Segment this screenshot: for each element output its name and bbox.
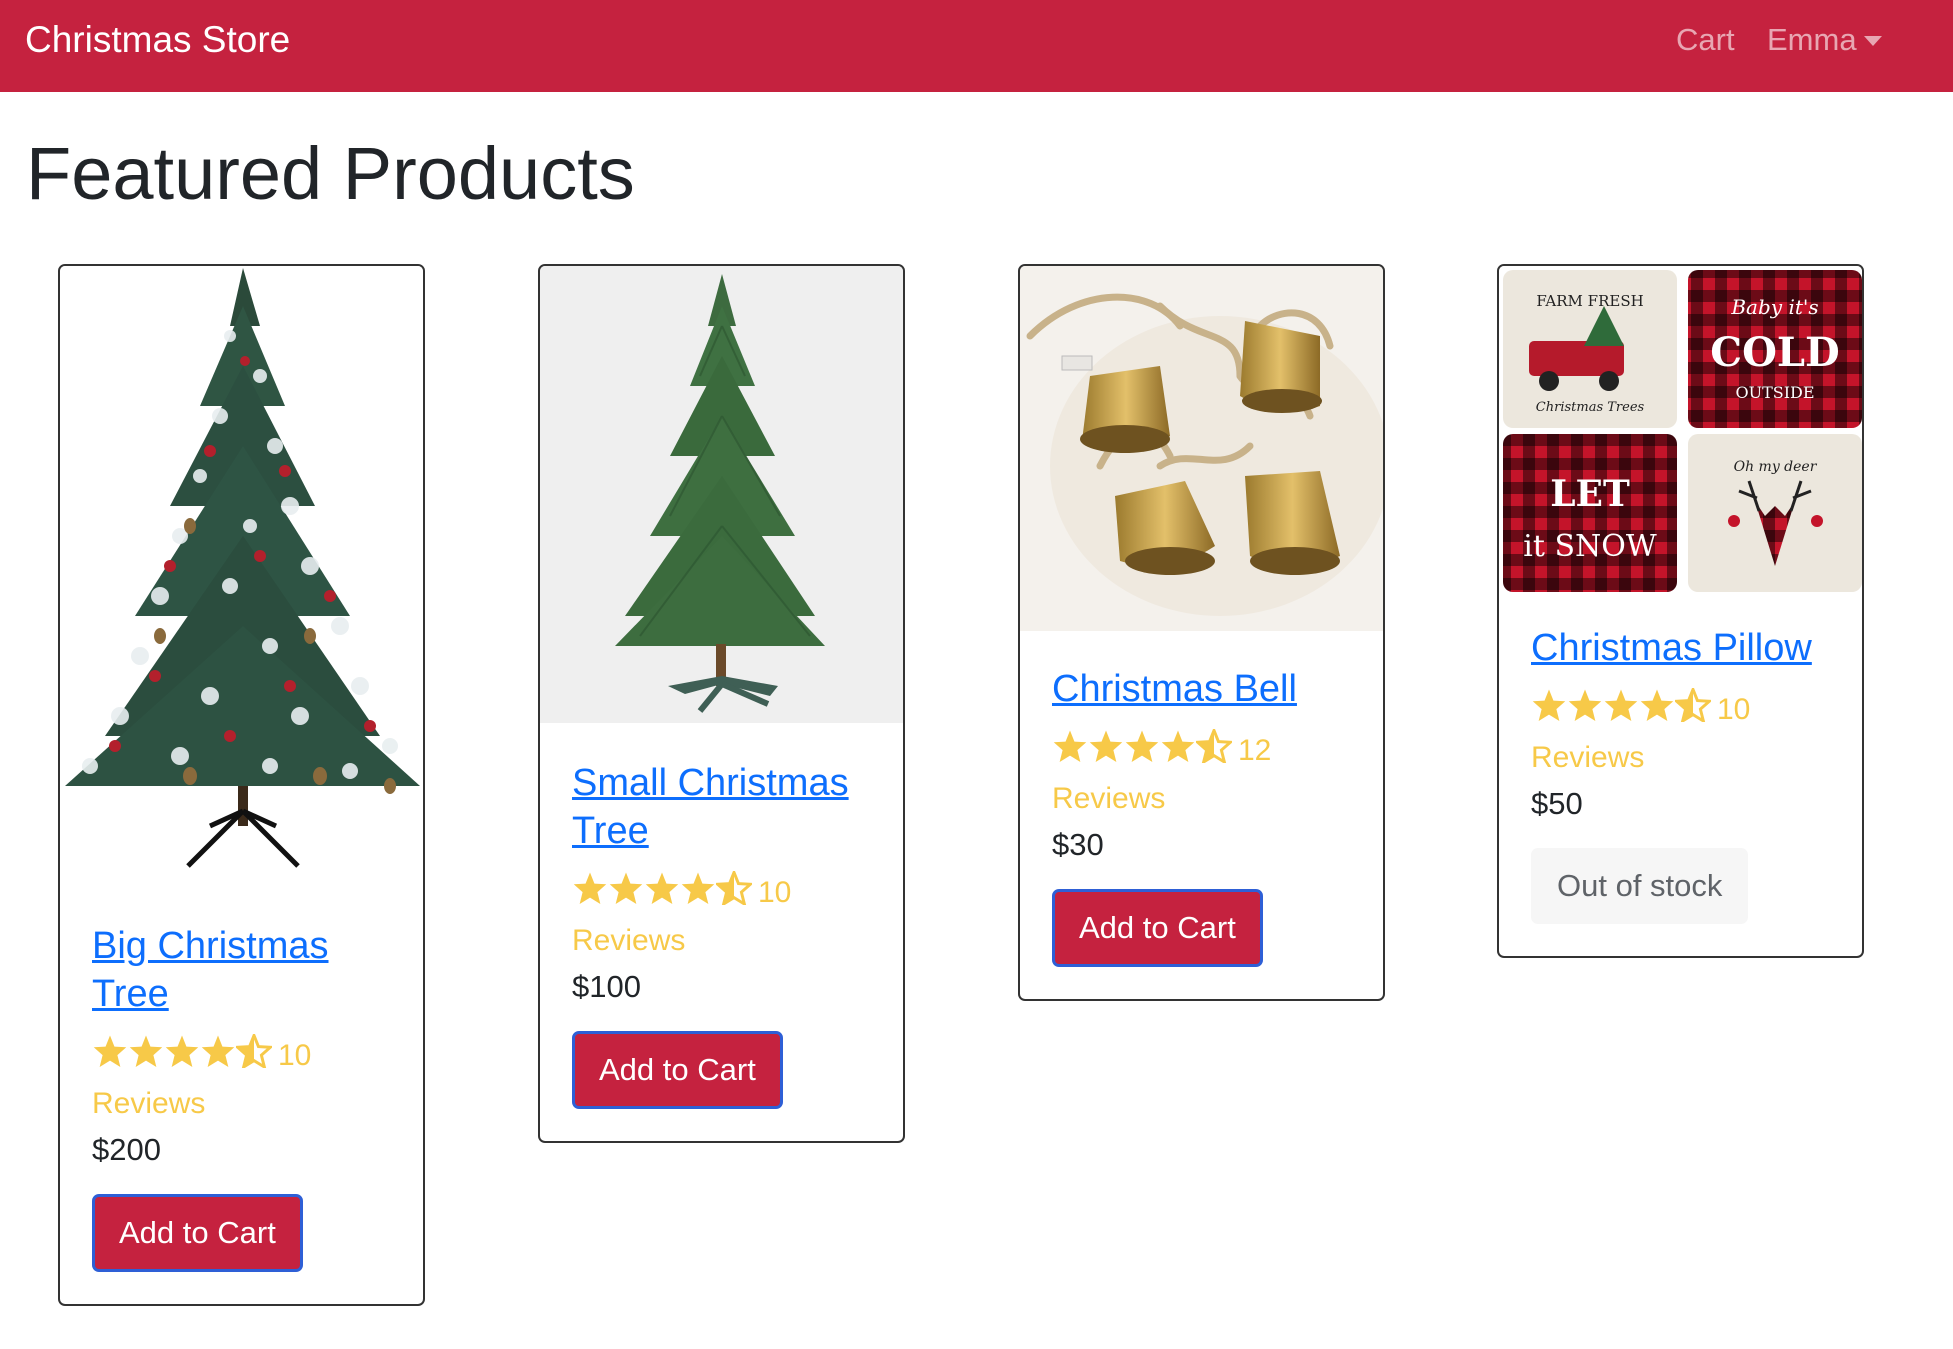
rating-stars-icon <box>572 871 752 905</box>
pillow-text: Christmas Trees <box>1536 400 1645 415</box>
add-to-cart-button[interactable]: Add to Cart <box>572 1031 783 1109</box>
star-icon <box>572 871 608 905</box>
pillow-text: OUTSIDE <box>1735 383 1814 402</box>
green-christmas-tree-image[interactable] <box>540 266 903 723</box>
rating-stars-icon <box>1531 688 1711 722</box>
star-icon <box>1567 688 1603 722</box>
brass-bells-image[interactable] <box>1020 266 1383 631</box>
star-icon <box>1531 688 1567 722</box>
product-price: $50 <box>1531 786 1583 821</box>
user-name: Emma <box>1767 22 1857 57</box>
star-icon <box>200 1034 236 1068</box>
star-icon <box>608 871 644 905</box>
star-icon <box>1160 729 1196 763</box>
product-rating: 12 Reviews <box>1052 727 1351 823</box>
navbar: Christmas Store Cart Emma <box>0 0 1953 92</box>
star-icon <box>1088 729 1124 763</box>
star-icon <box>1124 729 1160 763</box>
product-price: $200 <box>92 1132 161 1167</box>
christmas-pillows-image[interactable]: FARM FRESH Christmas Trees Baby it's COL… <box>1499 266 1862 596</box>
chevron-down-icon <box>1863 36 1882 46</box>
nav-cart-link[interactable]: Cart <box>1676 20 1735 60</box>
user-menu-dropdown[interactable]: Emma <box>1767 20 1882 60</box>
star-icon <box>1603 688 1639 722</box>
out-of-stock-button[interactable]: Out of stock <box>1531 848 1749 924</box>
product-title-link[interactable]: Small Christmas Tree <box>572 759 871 855</box>
pillow-text: it SNOW <box>1523 529 1657 564</box>
product-price: $30 <box>1052 827 1104 862</box>
star-icon <box>680 871 716 905</box>
star-half-icon <box>236 1034 272 1068</box>
pillow-text: FARM FRESH <box>1536 292 1643 310</box>
product-card: Small Christmas Tree 10 Reviews $100 Add… <box>538 264 905 1143</box>
star-half-icon <box>716 871 752 905</box>
star-icon <box>92 1034 128 1068</box>
star-half-icon <box>1196 729 1232 763</box>
rating-stars-icon <box>1052 729 1232 763</box>
star-icon <box>128 1034 164 1068</box>
add-to-cart-button[interactable]: Add to Cart <box>1052 889 1263 967</box>
product-rating: 10 Reviews <box>92 1032 391 1128</box>
star-icon <box>164 1034 200 1068</box>
brand-link[interactable]: Christmas Store <box>25 18 290 62</box>
star-icon <box>1052 729 1088 763</box>
star-icon <box>1639 688 1675 722</box>
product-price: $100 <box>572 969 641 1004</box>
product-card: Christmas Bell 12 Reviews $30 Add to Car… <box>1018 264 1385 1001</box>
product-card: Big Christmas Tree 10 Reviews $200 Add t… <box>58 264 425 1306</box>
pillow-text: Oh my deer <box>1734 459 1818 475</box>
pillow-text: LET <box>1550 473 1630 515</box>
product-title-link[interactable]: Christmas Pillow <box>1531 624 1830 672</box>
product-card: FARM FRESH Christmas Trees Baby it's COL… <box>1497 264 1864 958</box>
star-half-icon <box>1675 688 1711 722</box>
add-to-cart-button[interactable]: Add to Cart <box>92 1194 303 1272</box>
product-title-link[interactable]: Big Christmas Tree <box>92 922 391 1018</box>
page-title: Featured Products <box>26 132 635 215</box>
frosted-christmas-tree-image[interactable] <box>60 266 423 878</box>
product-rating: 10 Reviews <box>1531 686 1830 782</box>
product-rating: 10 Reviews <box>572 869 871 965</box>
product-title-link[interactable]: Christmas Bell <box>1052 665 1351 713</box>
rating-stars-icon <box>92 1034 272 1068</box>
star-icon <box>644 871 680 905</box>
pillow-text: COLD <box>1710 329 1840 376</box>
pillow-text: Baby it's <box>1730 295 1818 319</box>
